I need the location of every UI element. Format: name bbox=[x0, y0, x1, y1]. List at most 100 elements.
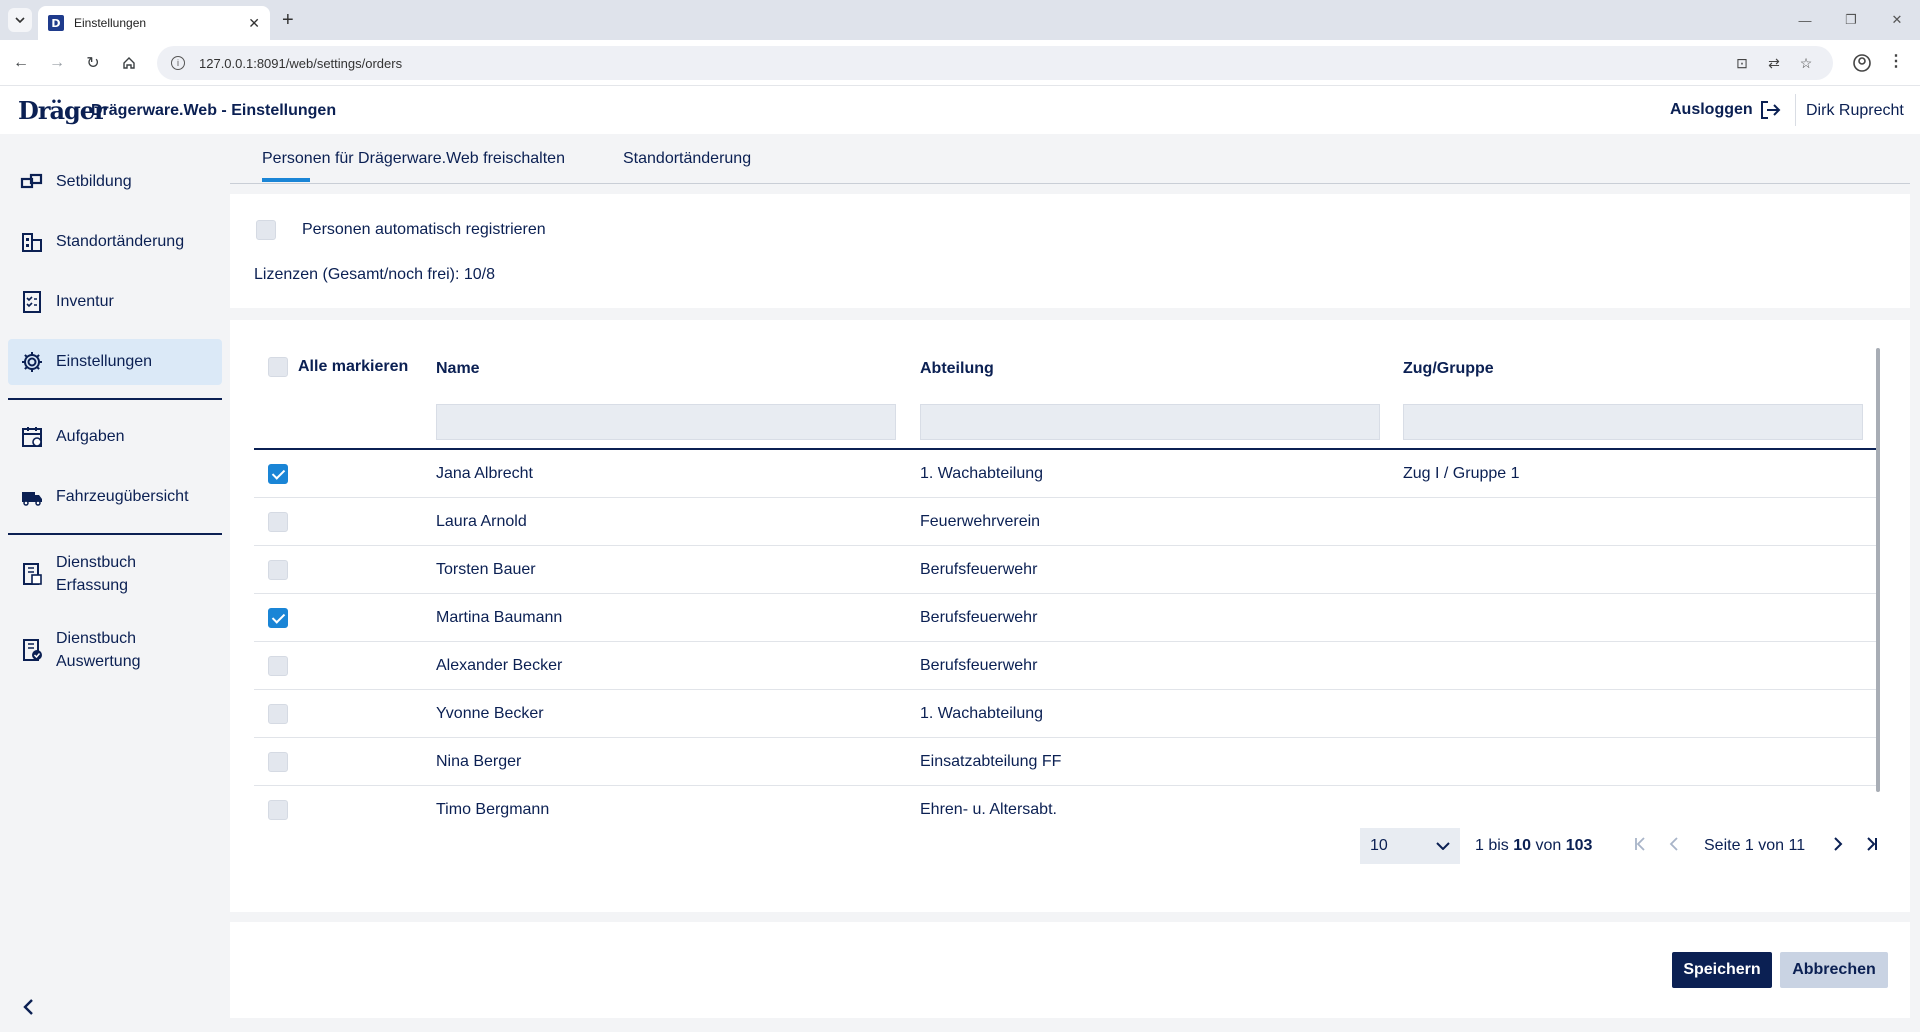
browser-tabstrip: D Einstellungen ✕ + — ❐ ✕ bbox=[0, 0, 1920, 40]
row-checkbox[interactable] bbox=[268, 560, 288, 580]
select-all-checkbox[interactable] bbox=[268, 357, 288, 377]
sidebar-item-aufgaben[interactable]: Aufgaben bbox=[8, 414, 222, 460]
install-app-icon[interactable]: ⊡ bbox=[1733, 54, 1751, 72]
sidebar-item-dienstbuch-auswertung[interactable]: Dienstbuch Auswertung bbox=[8, 622, 222, 678]
sidebar-item-label: Dienstbuch bbox=[56, 554, 137, 571]
forward-icon[interactable]: → bbox=[44, 50, 70, 76]
calendar-icon bbox=[22, 427, 42, 447]
table-row[interactable]: Alexander Becker Berufsfeuerwehr bbox=[254, 642, 1876, 690]
restore-icon[interactable]: ❐ bbox=[1828, 0, 1874, 40]
last-page-icon[interactable] bbox=[1860, 832, 1884, 856]
next-page-icon[interactable] bbox=[1826, 832, 1850, 856]
action-bar: Speichern Abbrechen bbox=[230, 922, 1910, 1018]
user-name[interactable]: Dirk Ruprecht bbox=[1806, 102, 1904, 120]
column-header-abteilung[interactable]: Abteilung bbox=[920, 360, 994, 378]
new-tab-icon[interactable]: + bbox=[282, 8, 294, 32]
table-row[interactable]: Jana Albrecht 1. Wachabteilung Zug I / G… bbox=[254, 450, 1876, 498]
table-row[interactable]: Yvonne Becker 1. Wachabteilung bbox=[254, 690, 1876, 738]
tab-search-button[interactable] bbox=[8, 8, 32, 32]
page-size-select[interactable]: 10 bbox=[1360, 828, 1460, 864]
range-prefix: 1 bis bbox=[1475, 837, 1509, 854]
truck-icon bbox=[22, 492, 42, 506]
header-divider bbox=[1795, 94, 1796, 126]
favicon-icon: D bbox=[48, 15, 64, 31]
filter-name-input[interactable] bbox=[436, 404, 896, 440]
column-header-name[interactable]: Name bbox=[436, 360, 480, 378]
logout-button[interactable]: Ausloggen bbox=[1670, 100, 1781, 120]
page-title: Drägerware.Web - Einstellungen bbox=[91, 102, 337, 119]
back-icon[interactable]: ← bbox=[8, 50, 34, 76]
tab-personen-freischalten[interactable]: Personen für Drägerware.Web freischalten bbox=[262, 150, 565, 168]
browser-menu-icon[interactable]: ⋮ bbox=[1888, 51, 1904, 71]
cell-abteilung: Ehren- u. Altersabt. bbox=[920, 801, 1057, 818]
row-checkbox[interactable] bbox=[268, 800, 288, 820]
window-controls: — ❐ ✕ bbox=[1782, 0, 1920, 40]
settings-tabs: Personen für Drägerware.Web freischalten… bbox=[230, 134, 1910, 184]
reload-icon[interactable]: ↻ bbox=[80, 50, 106, 76]
sidebar-item-label: Aufgaben bbox=[56, 428, 125, 445]
sidebar-item-fahrzeuguebersicht[interactable]: Fahrzeugübersicht bbox=[8, 474, 222, 520]
browser-tab-title: Einstellungen bbox=[74, 16, 147, 30]
profile-icon[interactable] bbox=[1850, 51, 1874, 75]
auto-register-label: Personen automatisch registrieren bbox=[302, 221, 546, 238]
sidebar-item-einstellungen[interactable]: Einstellungen bbox=[8, 339, 222, 385]
row-checkbox[interactable] bbox=[268, 464, 288, 484]
select-all[interactable]: Alle markieren bbox=[268, 357, 408, 377]
sidebar: Setbildung Standortänderung Inventur Ein… bbox=[0, 134, 230, 1032]
sidebar-divider bbox=[8, 398, 222, 400]
close-tab-icon[interactable]: ✕ bbox=[248, 15, 260, 32]
browser-tab[interactable]: D Einstellungen ✕ bbox=[38, 6, 270, 40]
cell-name: Yvonne Becker bbox=[436, 705, 544, 722]
address-bar[interactable]: i 127.0.0.1:8091/web/settings/orders ⊡ ⇄… bbox=[157, 46, 1833, 80]
row-checkbox[interactable] bbox=[268, 704, 288, 724]
filter-zug-gruppe-input[interactable] bbox=[1403, 404, 1863, 440]
row-checkbox[interactable] bbox=[268, 512, 288, 532]
auto-register-option[interactable]: Personen automatisch registrieren bbox=[256, 220, 546, 240]
bookmark-star-icon[interactable]: ☆ bbox=[1797, 54, 1815, 72]
row-checkbox[interactable] bbox=[268, 752, 288, 772]
sidebar-divider bbox=[8, 533, 222, 535]
table-body: Jana Albrecht 1. Wachabteilung Zug I / G… bbox=[230, 450, 1910, 822]
page-size-value: 10 bbox=[1370, 837, 1388, 854]
page-indicator: Seite 1 von 11 bbox=[1704, 837, 1806, 854]
chevron-down-icon bbox=[15, 17, 25, 23]
cell-abteilung: 1. Wachabteilung bbox=[920, 465, 1044, 482]
sidebar-item-standortaenderung[interactable]: Standortänderung bbox=[8, 219, 222, 265]
table-row[interactable]: Nina Berger Einsatzabteilung FF bbox=[254, 738, 1876, 786]
row-checkbox[interactable] bbox=[268, 608, 288, 628]
browser-toolbar: ← → ↻ i 127.0.0.1:8091/web/settings/orde… bbox=[0, 40, 1920, 86]
sidebar-item-label: Standortänderung bbox=[56, 233, 185, 250]
book-check-icon bbox=[23, 639, 42, 661]
site-info-icon[interactable]: i bbox=[171, 56, 185, 70]
checklist-icon bbox=[23, 291, 41, 313]
app-header: Dräger Drägerware.Web - Einstellungen Au… bbox=[0, 86, 1920, 134]
cancel-button[interactable]: Abbrechen bbox=[1780, 952, 1888, 988]
row-checkbox[interactable] bbox=[268, 656, 288, 676]
filter-abteilung-input[interactable] bbox=[920, 404, 1380, 440]
minimize-icon[interactable]: — bbox=[1782, 0, 1828, 40]
persons-table-panel: Alle markieren Name Abteilung Zug/Gruppe… bbox=[230, 320, 1910, 912]
auto-register-checkbox[interactable] bbox=[256, 220, 276, 240]
sidebar-item-label: Dienstbuch bbox=[56, 630, 137, 647]
sidebar-item-dienstbuch-erfassung[interactable]: Dienstbuch Erfassung bbox=[8, 546, 222, 602]
first-page-icon[interactable] bbox=[1628, 832, 1652, 856]
table-row[interactable]: Timo Bergmann Ehren- u. Altersabt. bbox=[254, 786, 1876, 822]
column-header-zug-gruppe[interactable]: Zug/Gruppe bbox=[1403, 360, 1494, 378]
table-row[interactable]: Laura Arnold Feuerwehrverein bbox=[254, 498, 1876, 546]
tab-standortaenderung[interactable]: Standortänderung bbox=[623, 150, 751, 168]
table-scrollbar[interactable] bbox=[1876, 348, 1880, 792]
book-edit-icon bbox=[23, 563, 42, 585]
sidebar-item-setbildung[interactable]: Setbildung bbox=[8, 159, 222, 205]
sidebar-item-inventur[interactable]: Inventur bbox=[8, 279, 222, 325]
window-close-icon[interactable]: ✕ bbox=[1874, 0, 1920, 40]
table-row[interactable]: Torsten Bauer Berufsfeuerwehr bbox=[254, 546, 1876, 594]
translate-icon[interactable]: ⇄ bbox=[1765, 54, 1783, 72]
range-total: 103 bbox=[1565, 837, 1593, 854]
save-button[interactable]: Speichern bbox=[1672, 952, 1772, 988]
collapse-sidebar-icon[interactable] bbox=[22, 998, 34, 1022]
table-row[interactable]: Martina Baumann Berufsfeuerwehr bbox=[254, 594, 1876, 642]
previous-page-icon[interactable] bbox=[1662, 832, 1686, 856]
logout-label: Ausloggen bbox=[1670, 101, 1753, 118]
building-icon bbox=[22, 233, 42, 252]
home-icon[interactable] bbox=[116, 50, 142, 76]
